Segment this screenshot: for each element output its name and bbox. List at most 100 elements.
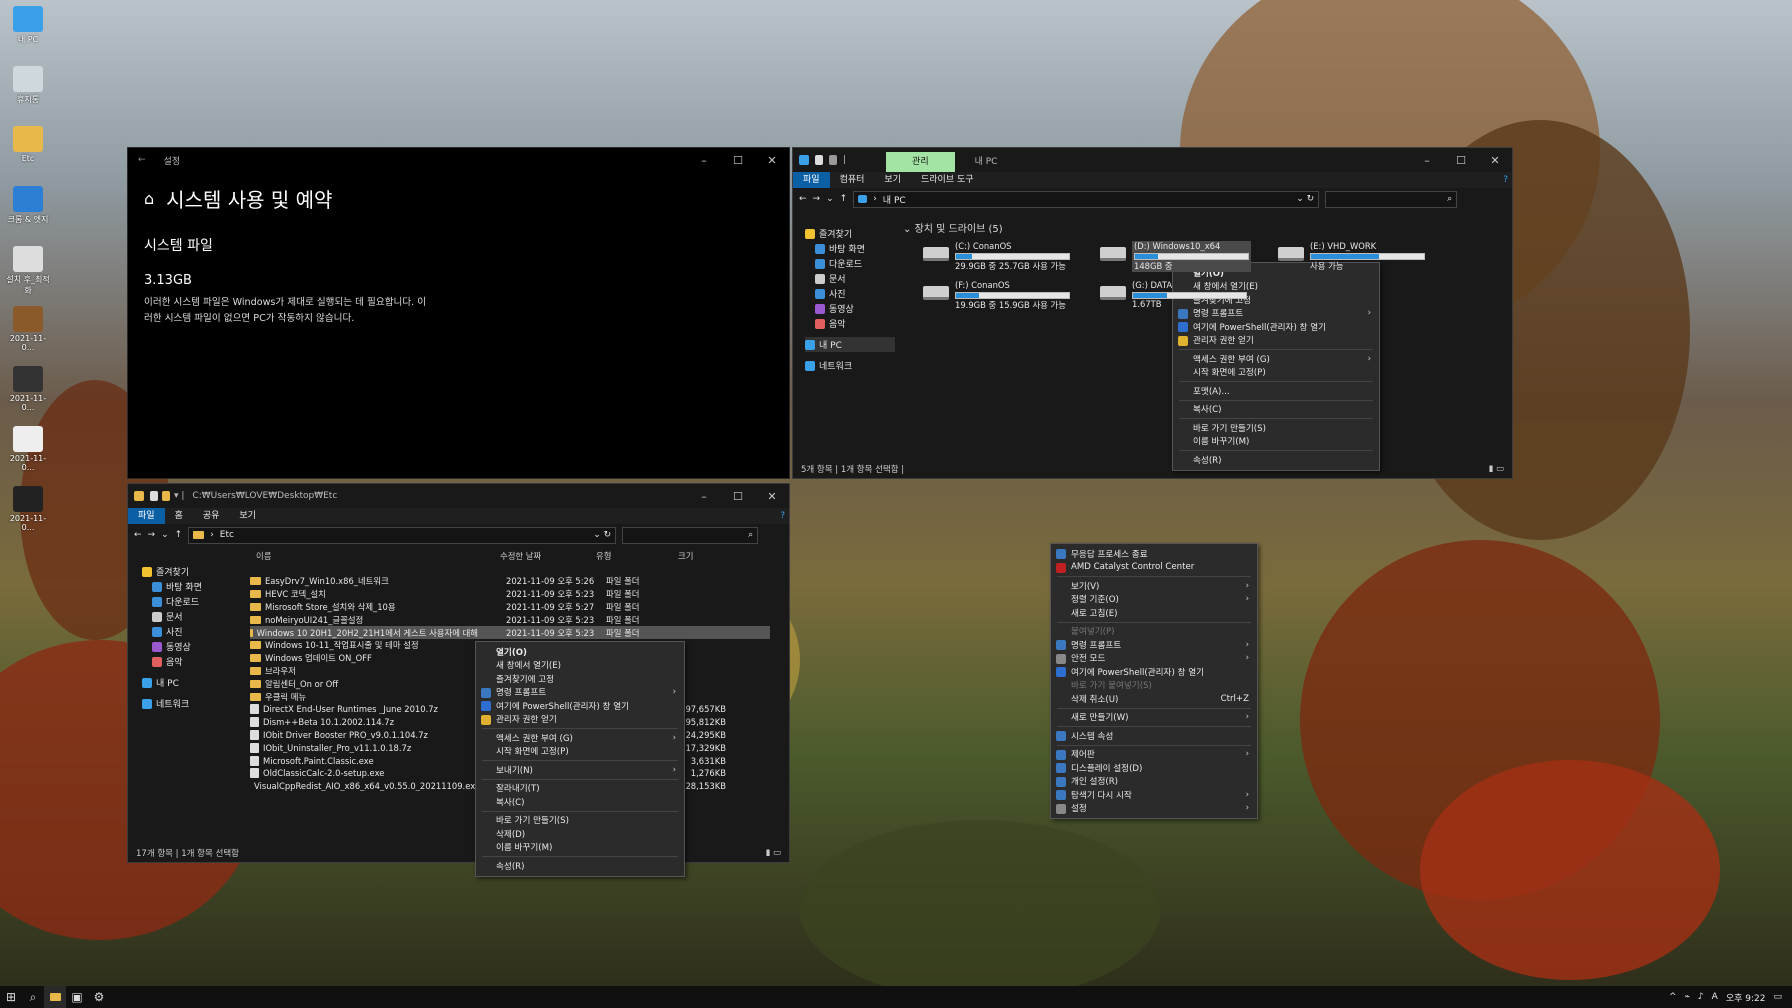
refresh-icon[interactable]: ⌄ ↻: [593, 530, 611, 540]
menu-item[interactable]: 붙여넣기(P): [1051, 625, 1257, 639]
menu-item[interactable]: 새로 만들기(W) ›: [1051, 711, 1257, 725]
menu-item[interactable]: 시작 화면에 고정(P): [476, 745, 684, 759]
view-toggle-icon[interactable]: ▮ ▭: [766, 848, 781, 858]
desktop-icon[interactable]: 휴지통: [6, 66, 50, 105]
col-date[interactable]: 수정한 날짜: [500, 550, 596, 564]
nav-item[interactable]: 사진: [142, 624, 232, 639]
refresh-icon[interactable]: ⌄ ↻: [1296, 194, 1314, 204]
nav-item[interactable]: 네트워크: [805, 358, 895, 373]
settings-icon[interactable]: ⚙: [88, 986, 110, 1008]
nav-item[interactable]: 음악: [142, 654, 232, 669]
tab-view[interactable]: 보기: [229, 508, 266, 524]
menu-item[interactable]: 속성(R): [1173, 453, 1379, 467]
nav-item[interactable]: 동영상: [805, 301, 895, 316]
drive-item[interactable]: (C:) ConanOS 29.9GB 중 25.7GB 사용 가능: [923, 241, 1070, 272]
back-icon[interactable]: ←: [134, 530, 142, 540]
table-row[interactable]: HEVC 코덱_설치 2021-11-09 오후 5:23 파일 폴더: [250, 588, 770, 601]
desktop-icon[interactable]: 설치 후_최적화: [6, 246, 50, 296]
nav-item[interactable]: 바탕 화면: [142, 579, 232, 594]
recent-icon[interactable]: ⌄: [826, 194, 834, 204]
up-icon[interactable]: ↑: [175, 530, 183, 540]
menu-item[interactable]: 새 창에서 열기(E): [476, 659, 684, 673]
menu-item[interactable]: 이름 바꾸기(M): [1173, 435, 1379, 449]
qat-icon[interactable]: [150, 491, 158, 501]
menu-item[interactable]: 무응답 프로세스 종료: [1051, 547, 1257, 561]
maximize-button[interactable]: ☐: [1444, 154, 1478, 167]
desktop-icon[interactable]: 2021-11-0...: [6, 426, 50, 472]
nav-item[interactable]: 바탕 화면: [805, 241, 895, 256]
back-icon[interactable]: ←: [138, 155, 146, 165]
menu-item[interactable]: 잘라내기(T): [476, 782, 684, 796]
nav-item[interactable]: 다운로드: [805, 256, 895, 271]
nav-item[interactable]: 즐겨찾기: [142, 564, 232, 579]
store-icon[interactable]: ▣: [66, 986, 88, 1008]
menu-item[interactable]: 여기에 PowerShell(관리자) 창 열기: [1173, 320, 1379, 334]
maximize-button[interactable]: ☐: [721, 490, 755, 503]
menu-item[interactable]: 속성(R): [476, 859, 684, 873]
qat-folder-icon[interactable]: [829, 155, 837, 165]
menu-item[interactable]: 복사(C): [476, 795, 684, 809]
nav-item[interactable]: 네트워크: [142, 696, 232, 711]
tab-computer[interactable]: 컴퓨터: [830, 172, 875, 188]
menu-item[interactable]: 즐겨찾기에 고정: [476, 672, 684, 686]
explorer-icon[interactable]: [44, 986, 66, 1008]
desktop-icon[interactable]: 2021-11-0...: [6, 366, 50, 412]
desktop-icon[interactable]: 2021-11-0...: [6, 486, 50, 532]
menu-item[interactable]: AMD Catalyst Control Center: [1051, 561, 1257, 575]
desktop-icon[interactable]: 2021-11-0...: [6, 306, 50, 352]
network-icon[interactable]: ⌁: [1685, 992, 1690, 1002]
drive-item[interactable]: (G:) DATA 1.67TB: [1100, 280, 1247, 309]
up-icon[interactable]: ↑: [840, 194, 848, 204]
menu-item[interactable]: 바로 가기 붙여넣기(S): [1051, 679, 1257, 693]
menu-item[interactable]: 새로 고침(E): [1051, 606, 1257, 620]
minimize-button[interactable]: –: [687, 490, 721, 503]
menu-item[interactable]: 바로 가기 만들기(S): [476, 814, 684, 828]
table-row[interactable]: Misrosoft Store_설치와 삭제_10용 2021-11-09 오후 …: [250, 601, 770, 614]
address-bar[interactable]: › 내 PC ⌄ ↻: [853, 190, 1320, 208]
address-bar[interactable]: › Etc ⌄ ↻: [188, 526, 617, 544]
menu-item[interactable]: 디스플레이 설정(D): [1051, 761, 1257, 775]
nav-item[interactable]: 문서: [142, 609, 232, 624]
help-icon[interactable]: ?: [1499, 172, 1512, 188]
nav-item[interactable]: 내 PC: [142, 675, 232, 690]
menu-item[interactable]: 시작 화면에 고정(P): [1173, 366, 1379, 380]
drive-item[interactable]: (F:) ConanOS 19.9GB 중 15.9GB 사용 가능: [923, 280, 1070, 311]
recent-icon[interactable]: ⌄: [161, 530, 169, 540]
menu-item[interactable]: 탐색기 다시 시작 ›: [1051, 788, 1257, 802]
nav-item[interactable]: 사진: [805, 286, 895, 301]
menu-item[interactable]: 열기(O): [476, 645, 684, 659]
language-indicator[interactable]: A: [1712, 992, 1718, 1002]
menu-item[interactable]: 바로 가기 만들기(S): [1173, 421, 1379, 435]
tab-file[interactable]: 파일: [793, 172, 830, 188]
menu-item[interactable]: 관리자 권한 얻기: [476, 713, 684, 727]
menu-item[interactable]: 이름 바꾸기(M): [476, 841, 684, 855]
help-icon[interactable]: ?: [776, 508, 789, 524]
minimize-button[interactable]: –: [687, 154, 721, 167]
menu-item[interactable]: 명령 프롬프트 ›: [1051, 638, 1257, 652]
tab-home[interactable]: 홈: [165, 508, 193, 524]
menu-item[interactable]: 여기에 PowerShell(관리자) 창 열기: [476, 699, 684, 713]
qat-icon[interactable]: [815, 155, 823, 165]
nav-item[interactable]: 동영상: [142, 639, 232, 654]
maximize-button[interactable]: ☐: [721, 154, 755, 167]
menu-item[interactable]: 여기에 PowerShell(관리자) 창 열기: [1051, 665, 1257, 679]
start-icon[interactable]: ⊞: [0, 986, 22, 1008]
search-input[interactable]: ⌕: [1325, 190, 1458, 208]
nav-item[interactable]: 문서: [805, 271, 895, 286]
menu-item[interactable]: 제어판 ›: [1051, 748, 1257, 762]
close-button[interactable]: ✕: [1478, 154, 1512, 167]
tab-file[interactable]: 파일: [128, 508, 165, 524]
menu-item[interactable]: 보내기(N) ›: [476, 763, 684, 777]
manage-context-tab[interactable]: 관리: [886, 152, 955, 172]
menu-item[interactable]: 명령 프롬프트 ›: [476, 686, 684, 700]
menu-item[interactable]: 삭제(D): [476, 827, 684, 841]
home-icon[interactable]: ⌂: [144, 189, 154, 208]
tab-share[interactable]: 공유: [193, 508, 230, 524]
back-icon[interactable]: ←: [799, 194, 807, 204]
qat-folder-icon[interactable]: [162, 491, 170, 501]
minimize-button[interactable]: –: [1410, 154, 1444, 167]
table-row[interactable]: EasyDrv7_Win10.x86_네트워크 2021-11-09 오후 5:2…: [250, 575, 770, 588]
notification-icon[interactable]: ▭: [1773, 992, 1782, 1002]
menu-item[interactable]: 복사(C): [1173, 403, 1379, 417]
menu-item[interactable]: 설정 ›: [1051, 802, 1257, 816]
